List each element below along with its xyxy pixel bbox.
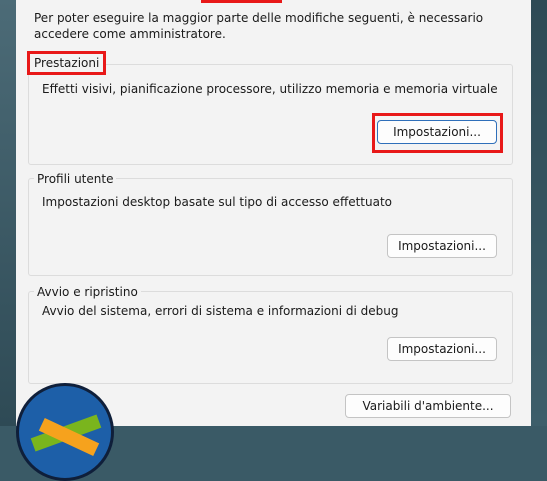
desktop-background-left <box>0 0 16 426</box>
startup-recovery-title: Avvio e ripristino <box>34 284 141 300</box>
environment-variables-button[interactable]: Variabili d'ambiente... <box>345 394 511 418</box>
startup-recovery-group: Avvio e ripristino Avvio del sistema, er… <box>28 284 513 384</box>
user-profiles-title: Profili utente <box>34 171 117 187</box>
site-logo <box>16 383 114 481</box>
user-profiles-settings-button[interactable]: Impostazioni... <box>387 234 497 258</box>
startup-recovery-settings-button[interactable]: Impostazioni... <box>387 337 497 361</box>
highlight-marker-top <box>201 0 282 3</box>
startup-recovery-description: Avvio del sistema, errori di sistema e i… <box>42 304 399 318</box>
desktop-background-right <box>531 0 547 426</box>
admin-notice: Per poter eseguire la maggior parte dell… <box>34 11 484 41</box>
user-profiles-group: Profili utente Impostazioni desktop basa… <box>28 171 513 276</box>
performance-title: Prestazioni <box>27 51 107 75</box>
advanced-tab-panel: Per poter eseguire la maggior parte dell… <box>16 0 531 426</box>
performance-description: Effetti visivi, pianificazione processor… <box>42 82 498 96</box>
user-profiles-description: Impostazioni desktop basate sul tipo di … <box>42 195 393 209</box>
performance-settings-button[interactable]: Impostazioni... <box>377 120 497 144</box>
performance-group: Prestazioni Effetti visivi, pianificazio… <box>27 51 513 165</box>
